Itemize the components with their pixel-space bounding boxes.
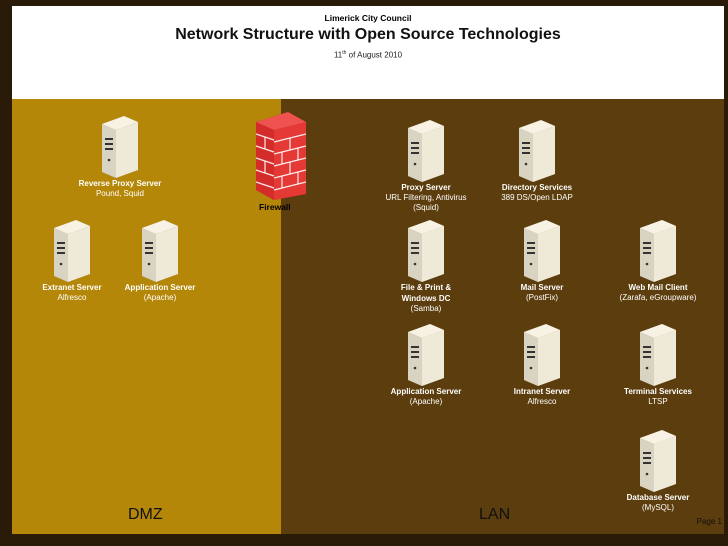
node-name: Database Server	[626, 493, 690, 502]
server-icon	[640, 220, 676, 282]
node-name: Terminal Services	[624, 387, 692, 396]
node-desc: 389 DS/Open LDAP	[501, 193, 573, 202]
server-icon	[408, 120, 444, 182]
node-desc: (Squid)	[413, 203, 439, 212]
lan-label: LAN	[479, 506, 511, 523]
server-icon	[408, 324, 444, 386]
node-name: Reverse Proxy Server	[78, 179, 162, 188]
node-desc: LTSP	[648, 397, 668, 406]
dmz-label: DMZ	[128, 506, 163, 523]
node-database: Database Server (MySQL)	[588, 428, 728, 513]
node-directory: Directory Services 389 DS/Open LDAP	[467, 118, 607, 203]
server-icon	[519, 120, 555, 182]
server-icon	[408, 220, 444, 282]
node-desc: (Apache)	[143, 293, 177, 302]
server-icon	[524, 324, 560, 386]
organization-name: Limerick City Council	[324, 13, 412, 23]
server-icon	[640, 430, 676, 492]
diagram-title: Network Structure with Open Source Techn…	[175, 26, 561, 43]
node-name: Directory Services	[501, 183, 573, 192]
node-name: Application Server	[124, 283, 196, 292]
node-desc: (Samba)	[410, 304, 442, 313]
node-webmail: Web Mail Client (Zarafa, eGroupware)	[588, 218, 728, 303]
server-icon	[524, 220, 560, 282]
server-icon	[142, 220, 178, 282]
page-number: Page 1	[696, 517, 722, 526]
node-reverse-proxy: Reverse Proxy Server Pound, Squid	[50, 114, 190, 199]
node-app-dmz: Application Server (Apache)	[90, 218, 230, 303]
node-terminal: Terminal Services LTSP	[588, 322, 728, 407]
header: Limerick City Council Network Structure …	[12, 6, 724, 68]
node-desc: (Zarafa, eGroupware)	[619, 293, 697, 302]
server-icon	[640, 324, 676, 386]
firewall-label: Firewall	[259, 202, 291, 212]
node-name: Web Mail Client	[628, 283, 688, 292]
diagram-date: 11th of August 2010	[333, 50, 403, 60]
node-desc: Pound, Squid	[95, 189, 145, 198]
server-icon	[54, 220, 90, 282]
server-icon	[102, 116, 138, 178]
node-desc: (MySQL)	[642, 503, 674, 512]
header-gap	[12, 68, 724, 99]
firewall-icon	[252, 108, 310, 205]
